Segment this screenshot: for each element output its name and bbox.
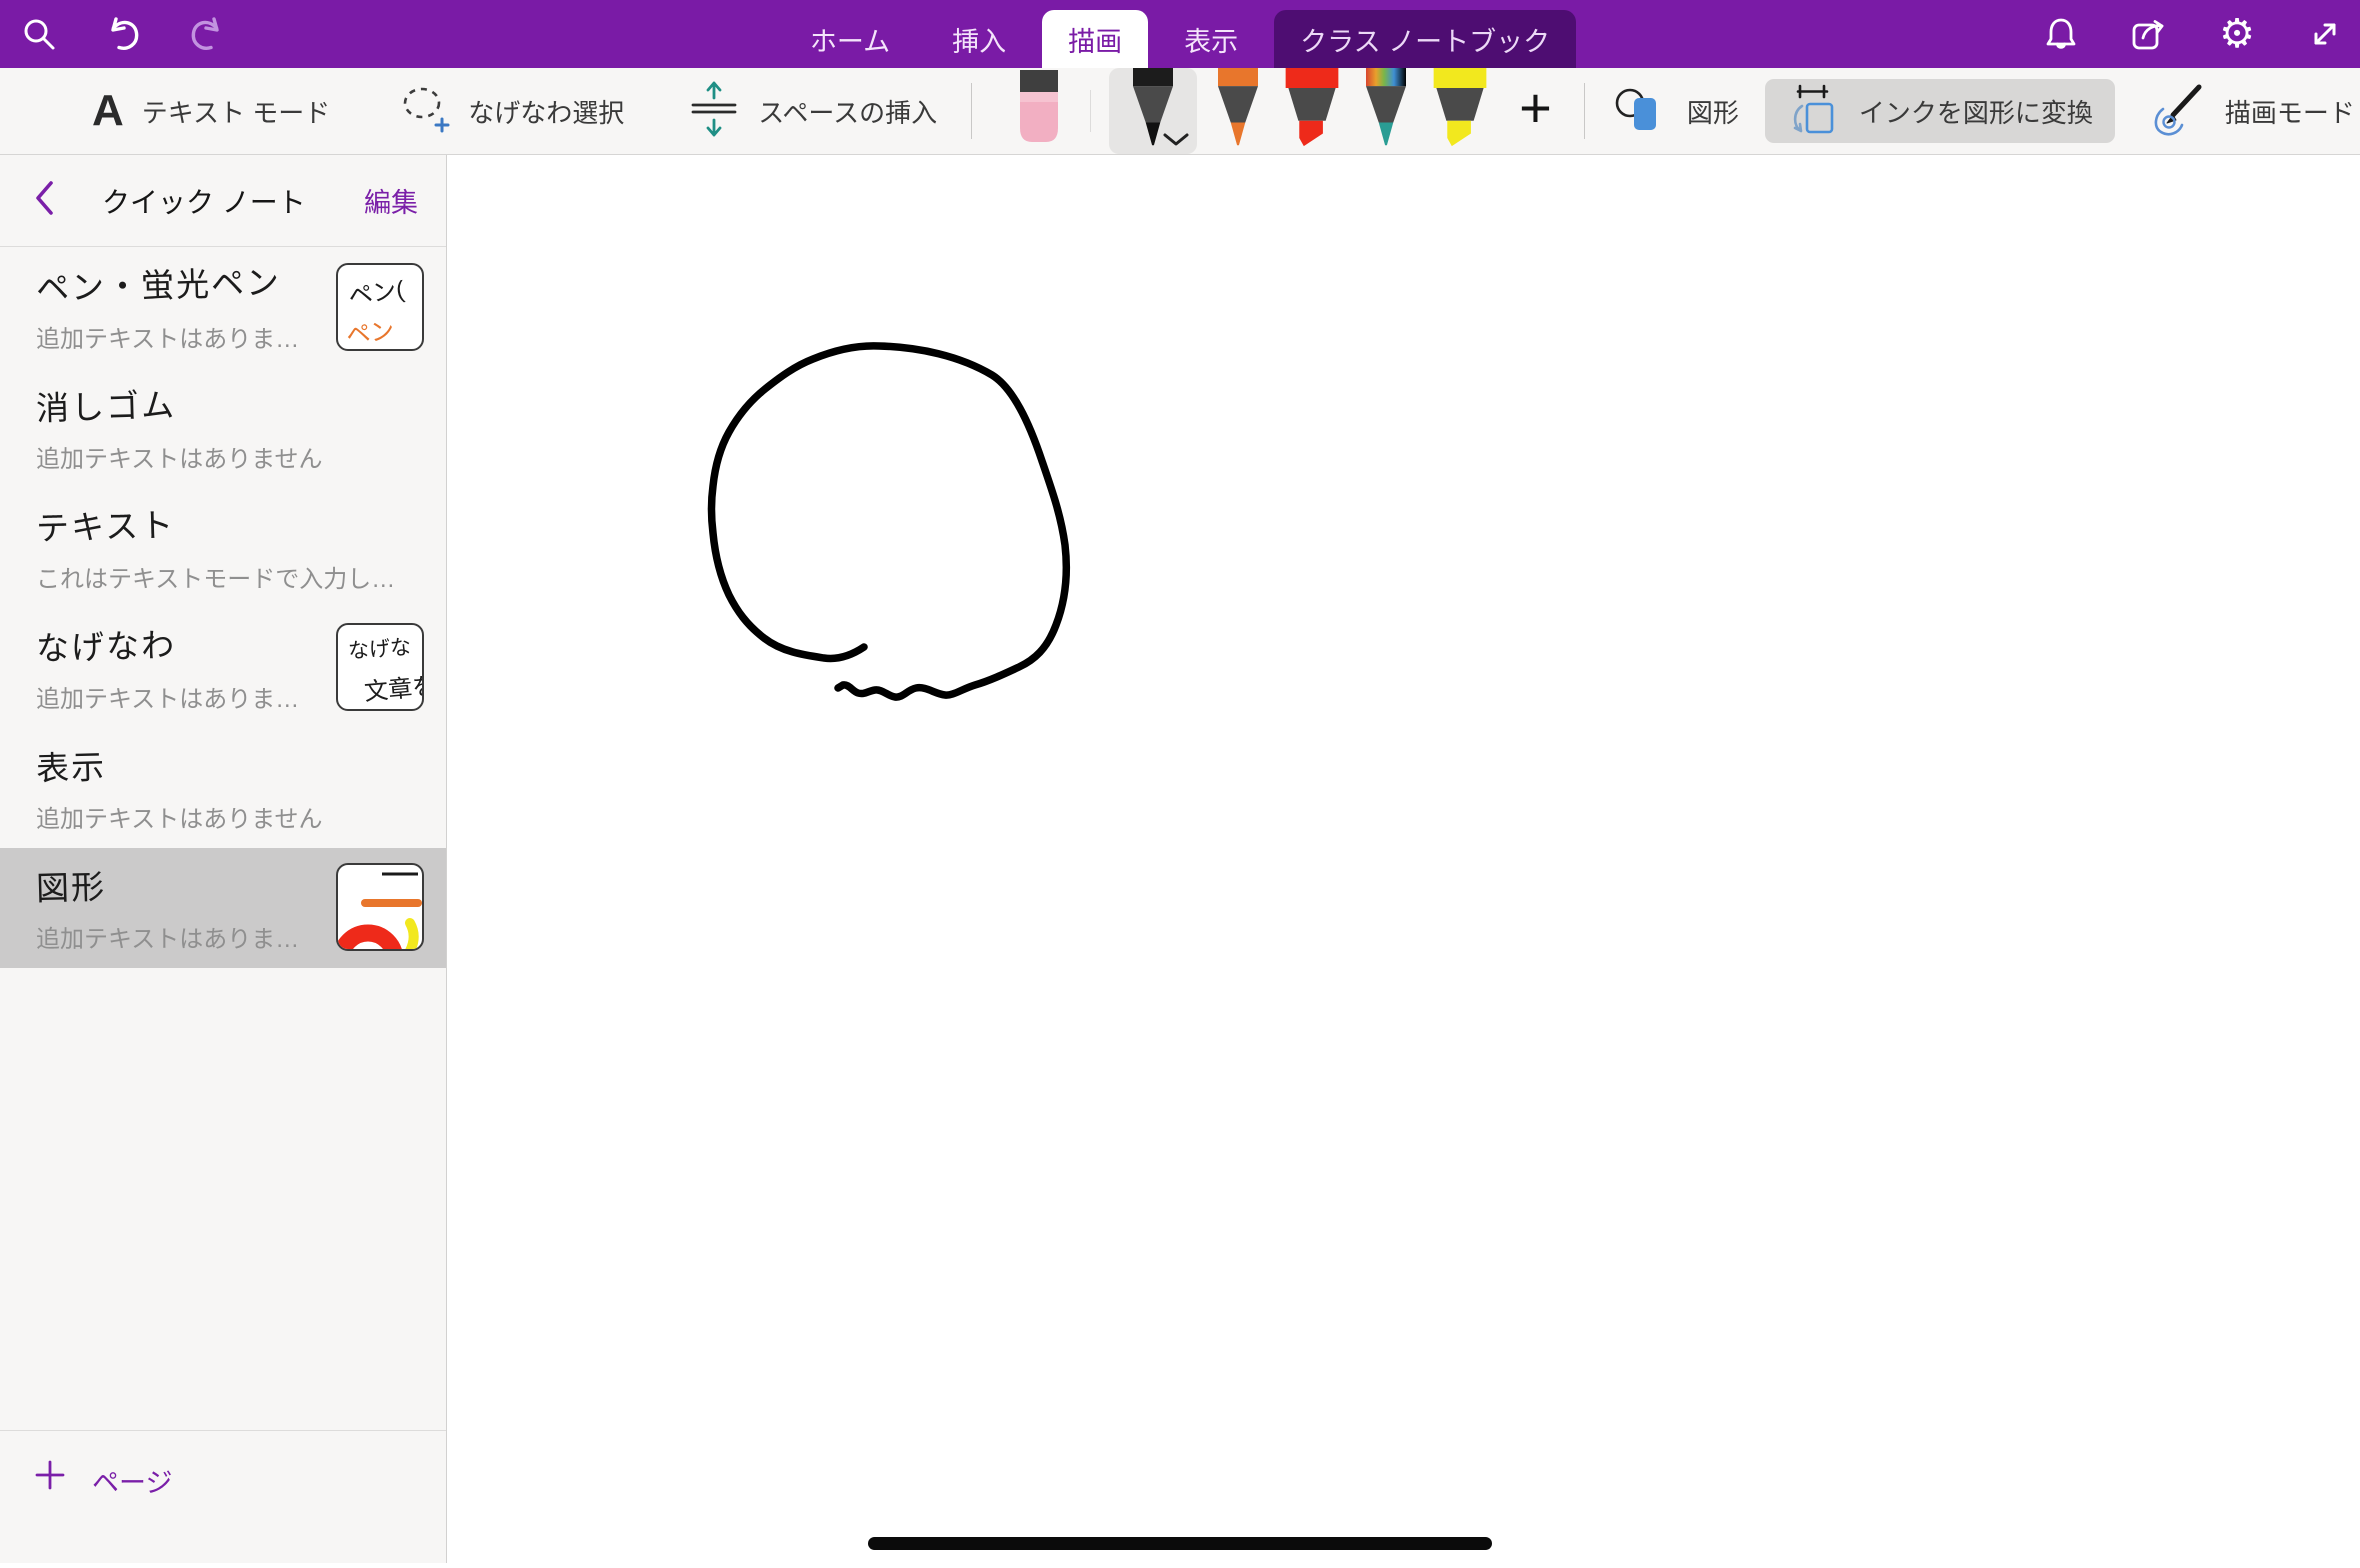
redo-icon[interactable] — [186, 13, 228, 55]
page-list-item[interactable]: なげなわ 追加テキストはありま… なげな 文章を — [0, 608, 446, 728]
page-list-item[interactable]: テキスト これはテキストモードで入力し… — [0, 488, 446, 608]
page-list-item[interactable]: 図形 追加テキストはありま… — [0, 848, 446, 968]
insert-space-icon — [688, 78, 740, 145]
lasso-select-button[interactable]: なげなわ選択 — [398, 81, 624, 142]
add-page-button[interactable]: ページ — [0, 1430, 446, 1563]
highlighter-red[interactable] — [1275, 68, 1349, 155]
tab-view[interactable]: 表示 — [1158, 10, 1264, 68]
insert-space-button[interactable]: スペースの挿入 — [688, 78, 937, 145]
lasso-icon — [398, 81, 450, 142]
shapes-button[interactable]: 図形 — [1613, 81, 1739, 142]
drawing-canvas[interactable] — [448, 155, 2360, 1563]
sidebar-header: クイック ノート 編集 — [0, 155, 446, 247]
share-icon[interactable] — [2128, 13, 2170, 55]
page-title: 表示 — [35, 740, 106, 790]
text-mode-button[interactable]: A テキスト モード — [92, 89, 330, 133]
page-subtitle: これはテキストモードで入力し… — [36, 559, 446, 594]
back-icon[interactable] — [34, 181, 54, 220]
notebook-section-title: クイック ノート — [102, 181, 306, 221]
text-mode-icon: A — [92, 89, 124, 133]
page-title: 消しゴム — [35, 378, 176, 430]
ink-to-shape-icon — [1787, 81, 1843, 142]
ink-drawing — [448, 155, 2360, 1563]
tab-draw[interactable]: 描画 — [1042, 10, 1148, 68]
page-title: テキスト — [35, 498, 175, 550]
ink-to-shape-button[interactable]: インクを図形に変換 — [1765, 79, 2115, 143]
page-thumbnail — [336, 863, 424, 951]
edit-button[interactable]: 編集 — [364, 181, 418, 220]
tab-home[interactable]: ホーム — [784, 10, 916, 68]
page-title: ペン・蛍光ペン — [35, 256, 281, 310]
gear-icon[interactable]: ⚙ — [2216, 13, 2258, 55]
page-subtitle: 追加テキストはありません — [36, 439, 446, 474]
pen-orange[interactable] — [1201, 68, 1275, 155]
tab-class-notebook[interactable]: クラス ノートブック — [1274, 10, 1576, 68]
page-list-item[interactable]: ペン・蛍光ペン 追加テキストはありま… ペン( ペン — [0, 248, 446, 368]
top-app-bar: ホーム 挿入 描画 表示 クラス ノートブック ⚙ — [0, 0, 2360, 68]
pen-rainbow[interactable] — [1349, 68, 1423, 155]
page-list-item[interactable]: 表示 追加テキストはありません — [0, 728, 446, 848]
page-subtitle: 追加テキストはありません — [36, 799, 446, 834]
shapes-icon — [1613, 81, 1669, 142]
page-list-item[interactable]: 消しゴム 追加テキストはありません — [0, 368, 446, 488]
draw-mode-icon — [2149, 81, 2207, 142]
ink-stroke-circle — [712, 346, 1067, 697]
add-pen-button[interactable]: + — [1519, 80, 1552, 136]
home-indicator[interactable] — [868, 1537, 1492, 1550]
search-icon[interactable] — [18, 13, 60, 55]
pen-black[interactable] — [1109, 68, 1197, 154]
pen-gallery: + — [1105, 68, 1574, 155]
tab-insert[interactable]: 挿入 — [926, 10, 1032, 68]
eraser-tool[interactable] — [1002, 68, 1076, 155]
page-thumbnail: ペン( ペン — [336, 263, 424, 351]
draw-toolbar: A テキスト モード なげなわ選択 スペースの挿入 — [0, 68, 2360, 155]
highlighter-yellow[interactable] — [1423, 68, 1497, 155]
page-title: 図形 — [35, 860, 106, 910]
page-thumbnail: なげな 文章を — [336, 623, 424, 711]
add-page-icon — [34, 1459, 66, 1496]
draw-mode-button[interactable]: 描画モード — [2149, 81, 2355, 142]
page-title: なげなわ — [35, 618, 176, 670]
bell-icon[interactable] — [2040, 13, 2082, 55]
chevron-down-icon[interactable] — [1163, 133, 1189, 152]
ribbon-tabs: ホーム 挿入 描画 表示 クラス ノートブック — [0, 0, 2360, 68]
page-sidebar: クイック ノート 編集 ペン・蛍光ペン 追加テキストはありま… ペン( ペン 消… — [0, 155, 447, 1563]
page-list: ペン・蛍光ペン 追加テキストはありま… ペン( ペン 消しゴム 追加テキストはあ… — [0, 248, 446, 968]
undo-icon[interactable] — [102, 13, 144, 55]
fullscreen-icon[interactable] — [2304, 13, 2346, 55]
